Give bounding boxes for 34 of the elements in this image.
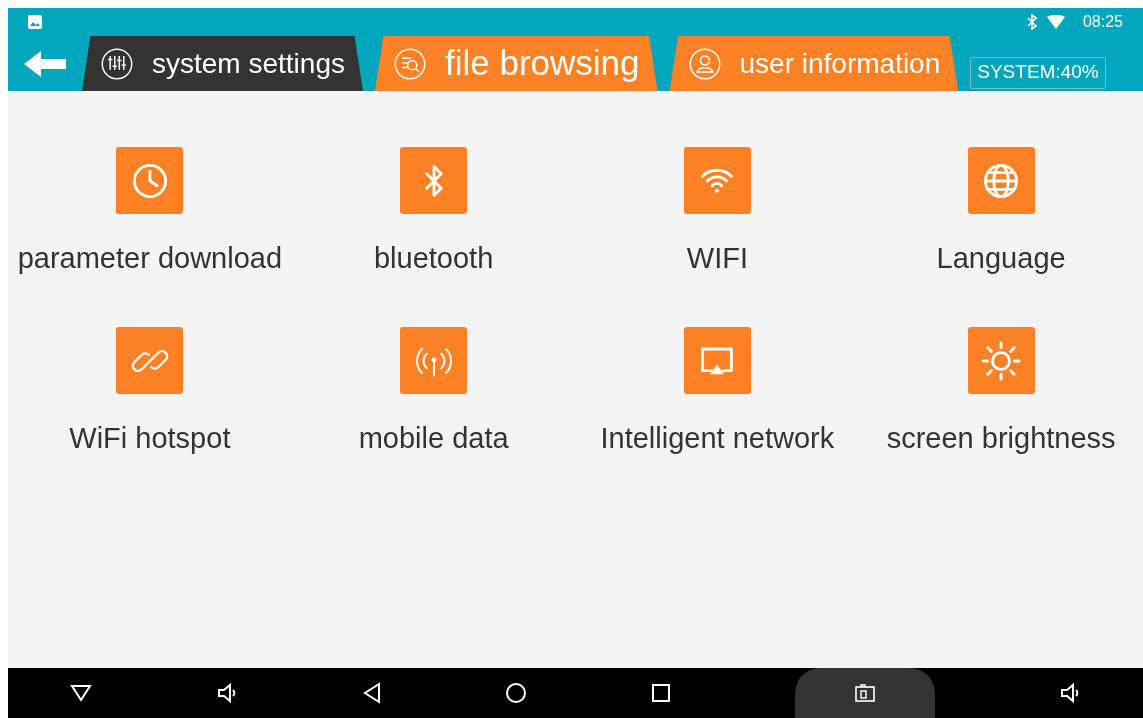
- screenshot-button[interactable]: [795, 668, 936, 718]
- triangle-down-icon[interactable]: [69, 684, 92, 702]
- recents-icon[interactable]: [651, 683, 672, 703]
- speaker-icon[interactable]: [1059, 682, 1081, 704]
- antenna-icon: [400, 327, 468, 394]
- search-icon: [392, 46, 427, 81]
- link-icon: [116, 327, 184, 394]
- bluetooth-icon: [1026, 14, 1037, 30]
- sliders-icon: [100, 46, 134, 81]
- screen-cast-icon: [683, 327, 751, 394]
- bluetooth-icon: [400, 147, 468, 214]
- tab[interactable]: system settings: [82, 36, 363, 91]
- clock-icon: [116, 147, 184, 214]
- clock-time: 08:25: [1082, 12, 1123, 32]
- sun-icon: [967, 327, 1035, 394]
- settings-item[interactable]: WiFi hotspot: [8, 327, 292, 458]
- camera-icon: [854, 683, 877, 703]
- globe-icon: [967, 147, 1035, 214]
- back-icon[interactable]: [361, 682, 382, 704]
- settings-item[interactable]: Intelligent network: [575, 327, 860, 458]
- back-arrow-icon: [24, 50, 66, 77]
- settings-item[interactable]: Language: [859, 147, 1143, 278]
- settings-item[interactable]: WIFI: [575, 147, 860, 278]
- battery-indicator: SYSTEM:40%: [970, 56, 1106, 89]
- home-icon[interactable]: [505, 682, 528, 704]
- wifi-icon: [683, 147, 751, 214]
- settings-item[interactable]: screen brightness: [859, 327, 1143, 458]
- image-icon: [28, 15, 42, 29]
- wifi-signal-icon: [1046, 15, 1065, 29]
- settings-item[interactable]: bluetooth: [291, 147, 576, 278]
- settings-item[interactable]: mobile data: [291, 327, 576, 458]
- speaker-icon[interactable]: [215, 682, 238, 704]
- user-icon: [687, 46, 722, 81]
- settings-item[interactable]: parameter download: [8, 147, 292, 278]
